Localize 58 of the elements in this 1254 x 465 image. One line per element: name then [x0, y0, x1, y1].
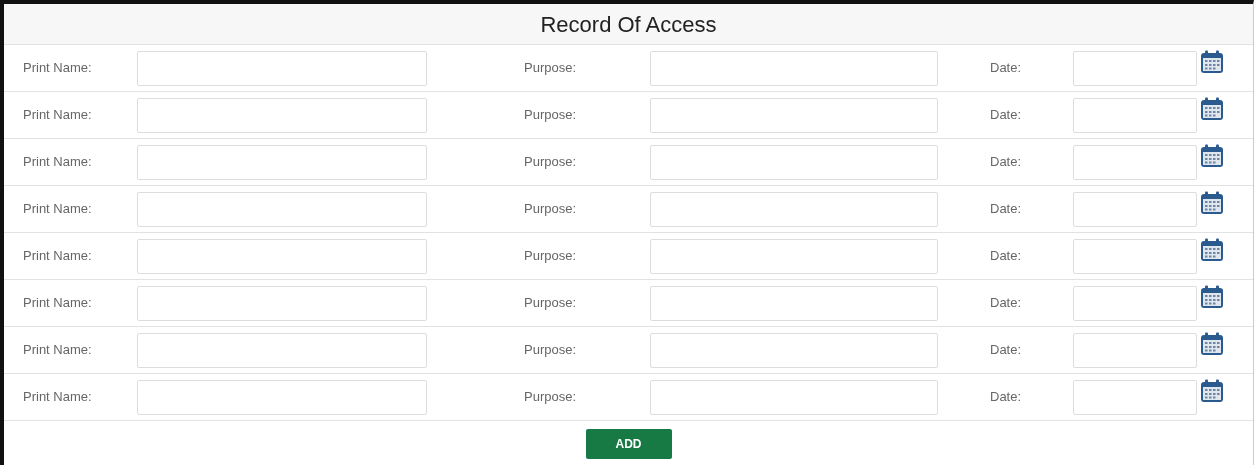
add-button[interactable]: ADD	[585, 429, 672, 459]
date-field[interactable]	[1073, 285, 1197, 321]
field-label: Print Name:	[22, 247, 93, 266]
input-field[interactable]	[137, 144, 427, 180]
field-label: Print Name:	[22, 59, 93, 78]
field-label: Date:	[989, 294, 1023, 313]
field-label: Date:	[989, 106, 1023, 125]
field-label: Purpose:	[523, 153, 578, 172]
field-label: Date:	[989, 200, 1023, 219]
field-label: Print Name:	[22, 388, 93, 407]
input-field[interactable]	[650, 144, 938, 180]
input-field[interactable]	[137, 332, 427, 368]
input-field[interactable]	[137, 379, 427, 415]
input-field[interactable]	[650, 285, 938, 321]
input-field[interactable]	[650, 332, 938, 368]
field-label: Print Name:	[22, 200, 93, 219]
date-field[interactable]	[1073, 50, 1197, 86]
date-field[interactable]	[1073, 332, 1197, 368]
field-label: Date:	[989, 153, 1023, 172]
field-label: Print Name:	[22, 341, 93, 360]
calendar-icon[interactable]	[1200, 332, 1224, 356]
field-label: Purpose:	[523, 388, 578, 407]
field-label: Date:	[989, 247, 1023, 266]
input-field[interactable]	[650, 379, 938, 415]
calendar-icon[interactable]	[1200, 238, 1224, 262]
calendar-icon[interactable]	[1200, 144, 1224, 168]
field-label: Purpose:	[523, 294, 578, 313]
field-label: Print Name:	[22, 106, 93, 125]
input-field[interactable]	[137, 285, 427, 321]
input-field[interactable]	[137, 191, 427, 227]
input-field[interactable]	[650, 191, 938, 227]
input-field[interactable]	[137, 97, 427, 133]
input-field[interactable]	[650, 238, 938, 274]
field-label: Print Name:	[22, 294, 93, 313]
date-field[interactable]	[1073, 97, 1197, 133]
calendar-icon[interactable]	[1200, 285, 1224, 309]
field-label: Purpose:	[523, 106, 578, 125]
input-field[interactable]	[137, 50, 427, 86]
input-field[interactable]	[650, 97, 938, 133]
field-label: Purpose:	[523, 247, 578, 266]
field-label: Purpose:	[523, 59, 578, 78]
date-field[interactable]	[1073, 191, 1197, 227]
input-field[interactable]	[650, 50, 938, 86]
date-field[interactable]	[1073, 379, 1197, 415]
calendar-icon[interactable]	[1200, 97, 1224, 121]
field-label: Date:	[989, 59, 1023, 78]
field-label: Date:	[989, 388, 1023, 407]
field-label: Purpose:	[523, 341, 578, 360]
field-label: Date:	[989, 341, 1023, 360]
calendar-icon[interactable]	[1200, 191, 1224, 215]
input-field[interactable]	[137, 238, 427, 274]
calendar-icon[interactable]	[1200, 379, 1224, 403]
field-label: Print Name:	[22, 153, 93, 172]
field-label: Purpose:	[523, 200, 578, 219]
date-field[interactable]	[1073, 144, 1197, 180]
date-field[interactable]	[1073, 238, 1197, 274]
form-title: Record Of Access	[540, 10, 717, 39]
calendar-icon[interactable]	[1200, 50, 1224, 74]
